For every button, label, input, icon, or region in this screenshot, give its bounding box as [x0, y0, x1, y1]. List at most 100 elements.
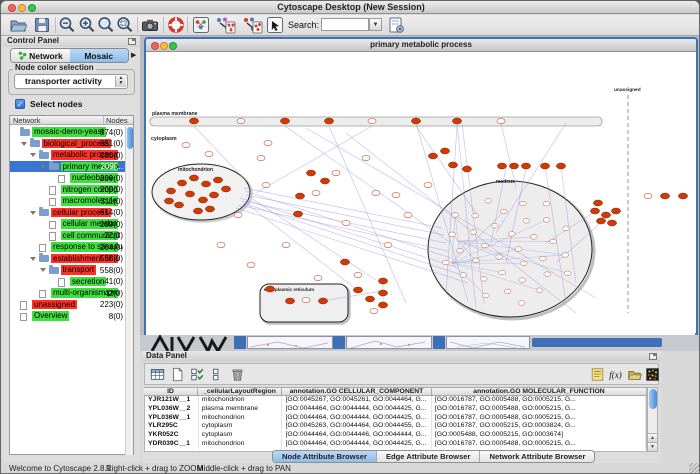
tree-row[interactable]: nitrogen compo209(0)	[10, 184, 125, 196]
tree-row[interactable]: response to stimulu264(0)	[10, 241, 125, 253]
tree-row[interactable]: metabolic process280(0)	[10, 149, 125, 161]
window-titlebar[interactable]: Cytoscape Desktop (New Session)	[1, 1, 700, 14]
tree-row[interactable]: nucleobase-209(0)	[10, 172, 125, 184]
table-scrollbar[interactable]: ▲ ▼	[647, 387, 658, 452]
select-nodes-checkbox[interactable]: ✓	[15, 99, 25, 109]
new-attribute-icon[interactable]	[169, 366, 186, 383]
help-lifebuoy-icon[interactable]	[167, 16, 185, 34]
table-column-header[interactable]: _cellularLayoutRegion	[198, 387, 282, 396]
zoom-out-icon[interactable]	[58, 16, 76, 34]
expander-triangle-icon[interactable]	[40, 268, 46, 272]
tree-row[interactable]: multi-organism pro42(0)	[10, 287, 125, 299]
tree-row-count: 651(0)	[100, 139, 123, 148]
unselect-attributes-icon[interactable]	[209, 366, 226, 383]
tree-row[interactable]: biological_process651(0)	[10, 138, 125, 150]
select-mode-icon[interactable]	[266, 16, 284, 34]
session-note-icon[interactable]	[387, 16, 405, 34]
tab-network-attribute-browser[interactable]: Network Attribute Browser	[480, 451, 594, 462]
network-overview-icon[interactable]	[192, 16, 210, 34]
tree-row[interactable]: cellular metabo209(0)	[10, 218, 125, 230]
tab-edge-attribute-browser[interactable]: Edge Attribute Browser	[377, 451, 481, 462]
tree-row[interactable]: macromolecule311(0)	[10, 195, 125, 207]
expander-triangle-icon[interactable]	[30, 257, 36, 261]
background-frame-border	[532, 338, 662, 347]
float-panel-icon[interactable]	[649, 353, 657, 360]
table-cell: [GO:0045263, GO:0044464, GO:0044455, G..…	[282, 422, 431, 431]
open-session-icon[interactable]	[9, 16, 27, 34]
select-attributes-icon[interactable]	[189, 366, 206, 383]
zoom-in-icon[interactable]	[78, 16, 96, 34]
combobox-stepper-icon[interactable]: ▲▼	[115, 76, 126, 87]
formula-builder-icon[interactable]: f(x)	[607, 366, 624, 383]
tree-row[interactable]: establishment of lo558(0)	[10, 253, 125, 265]
scroll-down-icon[interactable]: ▼	[648, 442, 657, 451]
table-row[interactable]: YDR039C__1mitochondrion[GO:0044464, GO:0…	[145, 440, 646, 449]
attribute-table-header: ID_cellularLayoutRegionannotation.GO CEL…	[144, 387, 647, 396]
table-row[interactable]: YPL036W__1mitochondrion[GO:0044464, GO:0…	[145, 414, 646, 423]
table-row[interactable]: YPL036W__2plasma membrane[GO:0044464, GO…	[145, 405, 646, 414]
attribute-table[interactable]: YJR121W__1mitochondrion[GO:0045267, GO:0…	[144, 396, 647, 452]
table-row[interactable]: YKR052Ccytoplasm[GO:0044464, GO:0044446,…	[145, 431, 646, 440]
tree-scrollbar[interactable]	[125, 126, 133, 455]
matrix-heatmap-icon[interactable]	[644, 366, 661, 383]
network-canvas[interactable]: plasma membrane cytoplasm unassigned mit…	[146, 53, 695, 336]
tab-node-attribute-browser[interactable]: Node Attribute Browser	[273, 451, 377, 462]
tree-row[interactable]: mosaic-demo-yeast874(0)	[10, 126, 125, 138]
expander-triangle-icon[interactable]	[30, 211, 36, 215]
status-zoom-hint: Right-click + drag to ZOOM	[106, 464, 203, 473]
layout-region-icon[interactable]	[242, 16, 263, 34]
table-row[interactable]: YLR295Ccytoplasm[GO:0045263, GO:0044464,…	[145, 422, 646, 431]
delete-attribute-trash-icon[interactable]	[229, 366, 246, 383]
search-input[interactable]	[321, 18, 369, 31]
zoom-fit-icon[interactable]	[97, 16, 115, 34]
control-panel-tabs: Network Mosaic	[10, 48, 129, 63]
resize-grip[interactable]	[689, 463, 700, 474]
expander-triangle-icon[interactable]	[40, 165, 46, 169]
layout-nodes-icon[interactable]	[215, 16, 236, 34]
zoom-selected-icon[interactable]	[116, 16, 134, 34]
attribute-table-icon[interactable]	[149, 366, 166, 383]
tree-row-count: 874(0)	[100, 128, 123, 137]
more-tabs-arrow-icon[interactable]: ▶	[131, 51, 136, 59]
background-window-canvas	[446, 336, 530, 349]
background-windows-strip	[140, 335, 699, 351]
network-file-icon	[20, 301, 27, 310]
tree-row[interactable]: cellular process614(0)	[10, 207, 125, 219]
tree-row[interactable]: cell communicat22(0)	[10, 230, 125, 242]
table-column-header[interactable]: annotation.GO MOLECULAR_FUNCTION	[432, 387, 647, 396]
tab-network[interactable]: Network	[11, 49, 70, 62]
node-color-combobox[interactable]: transporter activity ▲▼	[14, 74, 128, 89]
table-cell: [GO:0005488, GO:0005215, GO:0003674]	[432, 431, 646, 440]
expander-triangle-icon[interactable]	[30, 153, 36, 157]
save-session-icon[interactable]	[33, 16, 51, 34]
table-cell: [GO:0045267, GO:0045261, GO:0044464, G..…	[282, 396, 431, 405]
tree-row[interactable]: transport558(0)	[10, 264, 125, 276]
network-view-frame[interactable]: primary metabolic process plasma membran…	[144, 37, 698, 335]
table-row[interactable]: YJR121W__1mitochondrion[GO:0045267, GO:0…	[145, 396, 646, 405]
folder-icon	[39, 152, 49, 159]
main-toolbar: Search: ▼	[1, 15, 700, 36]
network-view-title: primary metabolic process	[146, 40, 696, 49]
table-column-header[interactable]: ID	[144, 387, 198, 396]
tree-row-count: 42(0)	[104, 289, 123, 298]
tab-mosaic[interactable]: Mosaic	[70, 49, 129, 62]
float-panel-icon[interactable]	[128, 38, 136, 45]
table-cell: mitochondrion	[199, 396, 283, 405]
tree-row[interactable]: unassigned223(0)	[10, 299, 125, 311]
table-column-header[interactable]: annotation.GO CELLULAR_COMPONENT	[282, 387, 432, 396]
table-cell: [GO:0016787, GO:0005488, GO:0005215, G..…	[432, 396, 646, 405]
scroll-up-icon[interactable]: ▲	[648, 433, 657, 442]
snapshot-camera-icon[interactable]	[141, 16, 159, 34]
region-label-cytoplasm: cytoplasm	[151, 136, 177, 142]
attribute-notes-icon[interactable]	[589, 366, 606, 383]
tree-row-count: 223(0)	[100, 300, 123, 309]
tree-row[interactable]: primary metabo209(...	[10, 161, 125, 173]
expander-triangle-icon[interactable]	[21, 142, 27, 146]
status-bar: Welcome to Cytoscape 2.8.1 Right-click +…	[1, 463, 700, 474]
network-view-titlebar[interactable]: primary metabolic process	[146, 39, 696, 52]
search-dropdown-icon[interactable]: ▼	[369, 18, 382, 31]
tree-row[interactable]: secretion41(0)	[10, 276, 125, 288]
tree-row[interactable]: Overview8(0)	[10, 310, 125, 322]
table-cell: cytoplasm	[199, 422, 283, 431]
import-attributes-folder-icon[interactable]	[626, 366, 643, 383]
